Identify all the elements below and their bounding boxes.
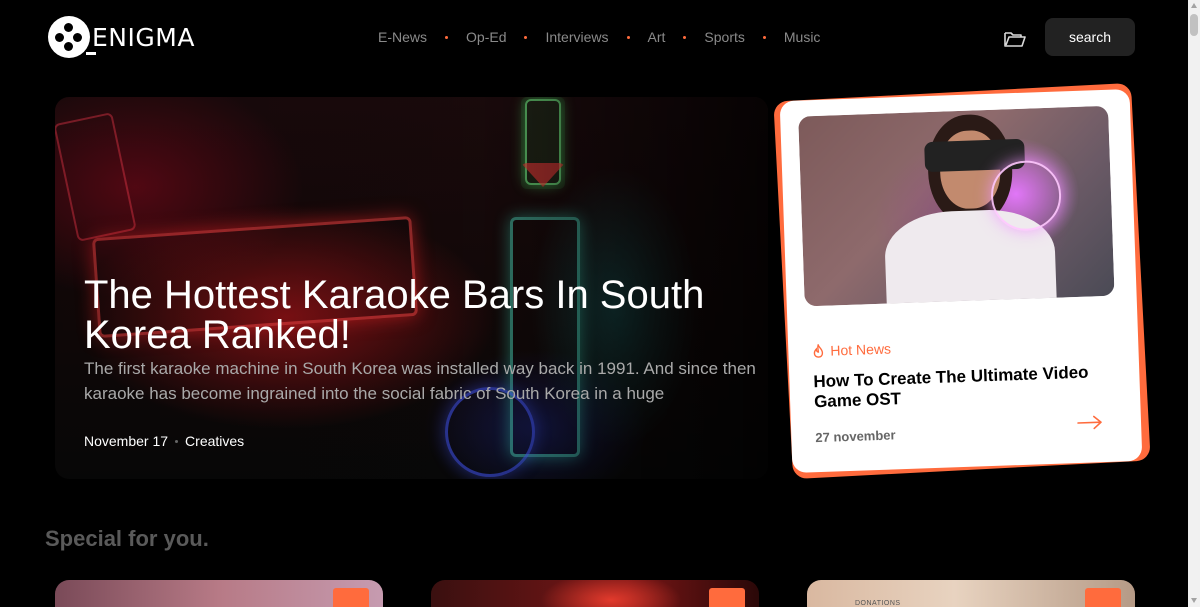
folder-open-icon[interactable] xyxy=(1004,30,1026,48)
special-card-image[interactable]: DONATIONS xyxy=(807,580,1135,607)
site-header: ENIGMA E-News Op-Ed Interviews Art Sport… xyxy=(0,0,1188,76)
hot-news-image xyxy=(798,105,1115,307)
card-badge[interactable] xyxy=(1085,588,1121,607)
scroll-up-icon[interactable] xyxy=(1191,3,1197,8)
card-image-text: DONATIONS xyxy=(855,600,901,607)
nav-item-op-ed[interactable]: Op-Ed xyxy=(466,29,506,45)
scroll-down-icon[interactable] xyxy=(1191,598,1197,603)
search-button[interactable]: search xyxy=(1045,18,1135,56)
brand-name: ENIGMA xyxy=(92,22,195,52)
card-badge[interactable] xyxy=(333,588,369,607)
nav-item-e-news[interactable]: E-News xyxy=(378,29,427,45)
nav-item-art[interactable]: Art xyxy=(648,29,666,45)
hero-category[interactable]: Creatives xyxy=(185,433,244,449)
nav-separator xyxy=(626,35,630,39)
hot-news-tag: Hot News xyxy=(812,340,891,359)
hero-meta: November 17 Creatives xyxy=(84,433,244,449)
hero-article[interactable]: The Hottest Karaoke Bars In South Korea … xyxy=(55,97,768,479)
scroll-thumb[interactable] xyxy=(1190,14,1198,36)
arrow-right-icon[interactable] xyxy=(1077,415,1103,430)
nav-separator xyxy=(445,35,449,39)
nav-separator xyxy=(762,35,766,39)
nav-item-music[interactable]: Music xyxy=(784,29,821,45)
main-nav: E-News Op-Ed Interviews Art Sports Music xyxy=(378,29,820,45)
film-reel-icon xyxy=(48,16,96,58)
special-card-image[interactable] xyxy=(431,580,759,607)
card-badge[interactable] xyxy=(709,588,745,607)
hero-date: November 17 xyxy=(84,433,169,449)
meta-separator xyxy=(175,439,179,443)
flame-icon xyxy=(813,343,824,358)
nav-item-interviews[interactable]: Interviews xyxy=(545,29,608,45)
hot-news-label: Hot News xyxy=(830,340,892,359)
special-card-image[interactable] xyxy=(55,580,383,607)
hot-news-date: 27 november xyxy=(815,427,896,446)
hot-news-card[interactable]: Hot News How To Create The Ultimate Vide… xyxy=(779,89,1143,473)
nav-separator xyxy=(683,35,687,39)
hero-title[interactable]: The Hottest Karaoke Bars In South Korea … xyxy=(84,275,744,355)
hero-excerpt: The first karaoke machine in South Korea… xyxy=(84,359,756,403)
hot-news-title[interactable]: How To Create The Ultimate Video Game OS… xyxy=(813,362,1104,412)
special-section-title: Special for you. xyxy=(45,526,209,551)
nav-separator xyxy=(524,35,528,39)
nav-item-sports[interactable]: Sports xyxy=(704,29,744,45)
page-scrollbar[interactable] xyxy=(1188,0,1200,607)
site-logo[interactable]: ENIGMA xyxy=(48,16,195,58)
